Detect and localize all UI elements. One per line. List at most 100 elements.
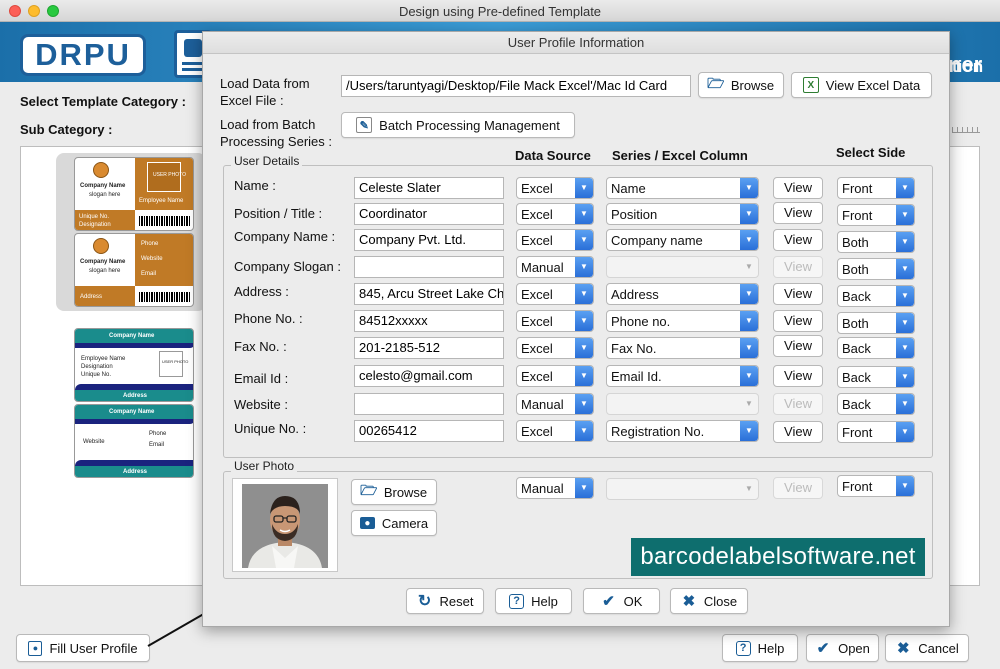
chevron-down-icon: ▼ [575, 257, 593, 277]
phone-side-select[interactable]: Both ▼ [837, 312, 915, 334]
unique-no-view-button[interactable]: View [773, 421, 823, 443]
photo-source-value: Manual [521, 481, 564, 496]
email-side-select[interactable]: Back ▼ [837, 366, 915, 388]
position-input[interactable]: Coordinator [354, 203, 504, 225]
close-button[interactable]: ✖ Close [670, 588, 748, 614]
open-button[interactable]: ✔ Open [806, 634, 879, 662]
company-name-source-value: Excel [521, 233, 553, 248]
fax-column-select[interactable]: Fax No. ▼ [606, 337, 759, 359]
template-1-employee-name: Employee Name [139, 198, 184, 204]
name-source-select[interactable]: Excel ▼ [516, 177, 594, 199]
company-name-column-select[interactable]: Company name ▼ [606, 229, 759, 251]
cancel-button[interactable]: ✖ Cancel [885, 634, 969, 662]
fill-user-profile-button[interactable]: ● Fill User Profile [16, 634, 150, 662]
load-batch-label: Load from Batch Processing Series : [220, 116, 332, 150]
batch-processing-button[interactable]: ✎ Batch Processing Management [341, 112, 575, 138]
photo-browse-button[interactable]: 🗁 Browse [351, 479, 437, 505]
company-slogan-source-select[interactable]: Manual ▼ [516, 256, 594, 278]
photo-column-select: ▼ [606, 478, 759, 500]
template-2-user-photo: USER PHOTO [162, 359, 189, 364]
view-excel-data-button[interactable]: X View Excel Data [791, 72, 932, 98]
company-slogan-input[interactable] [354, 256, 504, 278]
company-name-view-button[interactable]: View [773, 229, 823, 251]
chevron-down-icon: ▼ [896, 232, 914, 252]
unique-no-input[interactable]: 00265412 [354, 420, 504, 442]
phone-input[interactable]: 84512xxxxx [354, 310, 504, 332]
dialog-help-button[interactable]: ? Help [495, 588, 572, 614]
address-label: Address : [234, 284, 289, 299]
email-column-select[interactable]: Email Id. ▼ [606, 365, 759, 387]
template-2-unique-no: Unique No. [81, 372, 112, 378]
template-1-company-name: Company Name [80, 183, 126, 189]
data-source-header: Data Source [515, 148, 591, 163]
company-name-input[interactable]: Company Pvt. Ltd. [354, 229, 504, 251]
unique-no-column-select[interactable]: Registration No. ▼ [606, 420, 759, 442]
website-side-select[interactable]: Back ▼ [837, 393, 915, 415]
website-source-select[interactable]: Manual ▼ [516, 393, 594, 415]
camera-button[interactable]: ● Camera [351, 510, 437, 536]
photo-source-select[interactable]: Manual ▼ [516, 477, 594, 499]
address-source-select[interactable]: Excel ▼ [516, 283, 594, 305]
photo-view-button: View [773, 477, 823, 499]
excel-view-icon: X [802, 77, 819, 93]
name-column-select[interactable]: Name ▼ [606, 177, 759, 199]
website-label: Website : [234, 397, 288, 412]
checkmark-icon: ✔ [602, 593, 615, 610]
address-column-value: Address [611, 287, 659, 302]
position-side-select[interactable]: Front ▼ [837, 204, 915, 226]
name-side-select[interactable]: Front ▼ [837, 177, 915, 199]
phone-source-select[interactable]: Excel ▼ [516, 310, 594, 332]
unique-no-column-value: Registration No. [611, 424, 705, 439]
email-side-value: Back [842, 370, 871, 385]
email-input[interactable]: celesto@gmail.com [354, 365, 504, 387]
window-title: Design using Pre-defined Template [398, 4, 602, 19]
email-view-button[interactable]: View [773, 365, 823, 387]
template-2-company-name: Company Name [109, 333, 155, 339]
company-name-side-select[interactable]: Both ▼ [837, 231, 915, 253]
company-name-source-select[interactable]: Excel ▼ [516, 229, 594, 251]
chevron-down-icon: ▼ [896, 338, 914, 358]
unique-no-side-select[interactable]: Front ▼ [837, 421, 915, 443]
company-slogan-side-select[interactable]: Both ▼ [837, 258, 915, 280]
phone-column-select[interactable]: Phone no. ▼ [606, 310, 759, 332]
chevron-down-icon: ▼ [740, 366, 758, 386]
photo-side-select[interactable]: Front ▼ [837, 475, 915, 497]
main-help-button[interactable]: ? Help [722, 634, 798, 662]
reset-button[interactable]: ↻ Reset [406, 588, 484, 614]
template-1-user-photo: USER PHOTO [153, 172, 186, 178]
address-view-button[interactable]: View [773, 283, 823, 305]
address-input[interactable]: 845, Arcu Street Lake Ch [354, 283, 504, 305]
unique-no-source-value: Excel [521, 424, 553, 439]
position-source-select[interactable]: Excel ▼ [516, 203, 594, 225]
chevron-down-icon: ▼ [575, 394, 593, 414]
user-photo-frame [232, 478, 338, 572]
excel-browse-button[interactable]: 🗁 Browse [698, 72, 784, 98]
address-column-select[interactable]: Address ▼ [606, 283, 759, 305]
template-1-designation: Designation [79, 222, 111, 228]
name-input[interactable]: Celeste Slater [354, 177, 504, 199]
template-2-email: Email [149, 442, 165, 448]
view-excel-data-label: View Excel Data [825, 77, 921, 93]
phone-view-button[interactable]: View [773, 310, 823, 332]
position-column-select[interactable]: Position ▼ [606, 203, 759, 225]
name-view-button[interactable]: View [773, 177, 823, 199]
fax-side-select[interactable]: Back ▼ [837, 337, 915, 359]
fax-column-value: Fax No. [611, 341, 657, 356]
address-side-select[interactable]: Back ▼ [837, 285, 915, 307]
position-view-button[interactable]: View [773, 202, 823, 224]
fax-source-select[interactable]: Excel ▼ [516, 337, 594, 359]
unique-no-source-select[interactable]: Excel ▼ [516, 420, 594, 442]
chevron-down-icon: ▼ [575, 284, 593, 304]
excel-path-field[interactable]: /Users/taruntyagi/Desktop/File Mack Exce… [341, 75, 691, 97]
user-photo-image [242, 484, 328, 568]
fax-input[interactable]: 201-2185-512 [354, 337, 504, 359]
template-1-website: Website [141, 256, 163, 262]
address-source-value: Excel [521, 287, 553, 302]
template-1-unique-no: Unique No. [79, 214, 110, 220]
website-input[interactable] [354, 393, 504, 415]
load-excel-label-line1: Load Data from [220, 76, 310, 91]
fax-view-button[interactable]: View [773, 335, 823, 357]
email-source-select[interactable]: Excel ▼ [516, 365, 594, 387]
ok-button[interactable]: ✔ OK [583, 588, 660, 614]
position-label: Position / Title : [234, 206, 323, 221]
